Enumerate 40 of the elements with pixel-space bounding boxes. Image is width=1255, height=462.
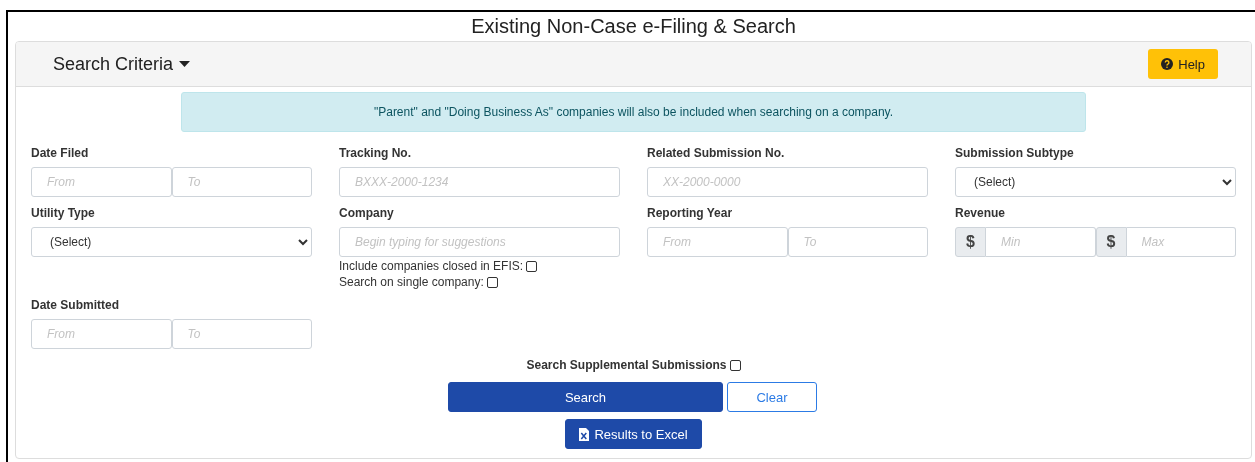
from-field[interactable]: From (31, 167, 172, 197)
field-label: Submission Subtype (955, 146, 1075, 160)
from-field[interactable]: From (31, 319, 172, 349)
max-field[interactable]: Max (1126, 227, 1236, 257)
checkbox-label: Include companies closed in EFIS: (339, 259, 524, 273)
to-field[interactable]: To (787, 227, 928, 257)
checkbox[interactable] (729, 359, 741, 371)
min-field[interactable]: Min (986, 227, 1096, 257)
text-field[interactable]: XX-2000-0000 (647, 167, 928, 197)
checkbox-label: Search Supplemental Submissions (526, 358, 727, 372)
field-label: Revenue (955, 206, 1007, 220)
text-field[interactable]: Begin typing for suggestions (339, 227, 620, 257)
search-button[interactable]: Search (448, 382, 723, 412)
field-label: Reporting Year (647, 206, 734, 220)
help-button[interactable]: Help (1148, 49, 1218, 79)
to-field[interactable]: To (171, 167, 312, 197)
clear-button[interactable]: Clear (727, 382, 817, 412)
panel-title[interactable]: Search Criteria (53, 53, 174, 75)
field-label: Related Submission No. (647, 146, 786, 160)
text-field[interactable]: BXXX-2000-1234 (339, 167, 620, 197)
checkbox[interactable] (486, 276, 498, 288)
export-button[interactable]: Results to Excel (565, 419, 702, 449)
field-label: Company (339, 206, 395, 220)
dropdown[interactable]: (Select) (31, 227, 312, 257)
dropdown[interactable]: (Select) (955, 167, 1236, 197)
checkbox-label: Search on single company: (339, 275, 484, 289)
caret-icon[interactable] (179, 61, 191, 67)
checkbox[interactable] (526, 260, 538, 272)
field-label: Tracking No. (339, 146, 413, 160)
currency-addon: $ (955, 227, 986, 257)
help-icon (1161, 58, 1174, 70)
to-field[interactable]: To (171, 319, 312, 349)
field-label: Utility Type (31, 206, 96, 220)
page-title: Existing Non-Case e-Filing & Search (471, 15, 796, 38)
field-label: Date Submitted (31, 298, 120, 312)
from-field[interactable]: From (647, 227, 788, 257)
info-notice: "Parent" and "Doing Business As" companies will also be included when searching on a company. (181, 92, 1086, 132)
spreadsheet-file-icon (579, 427, 590, 441)
field-label: Date Filed (31, 146, 90, 160)
currency-addon: $ (1095, 227, 1127, 257)
